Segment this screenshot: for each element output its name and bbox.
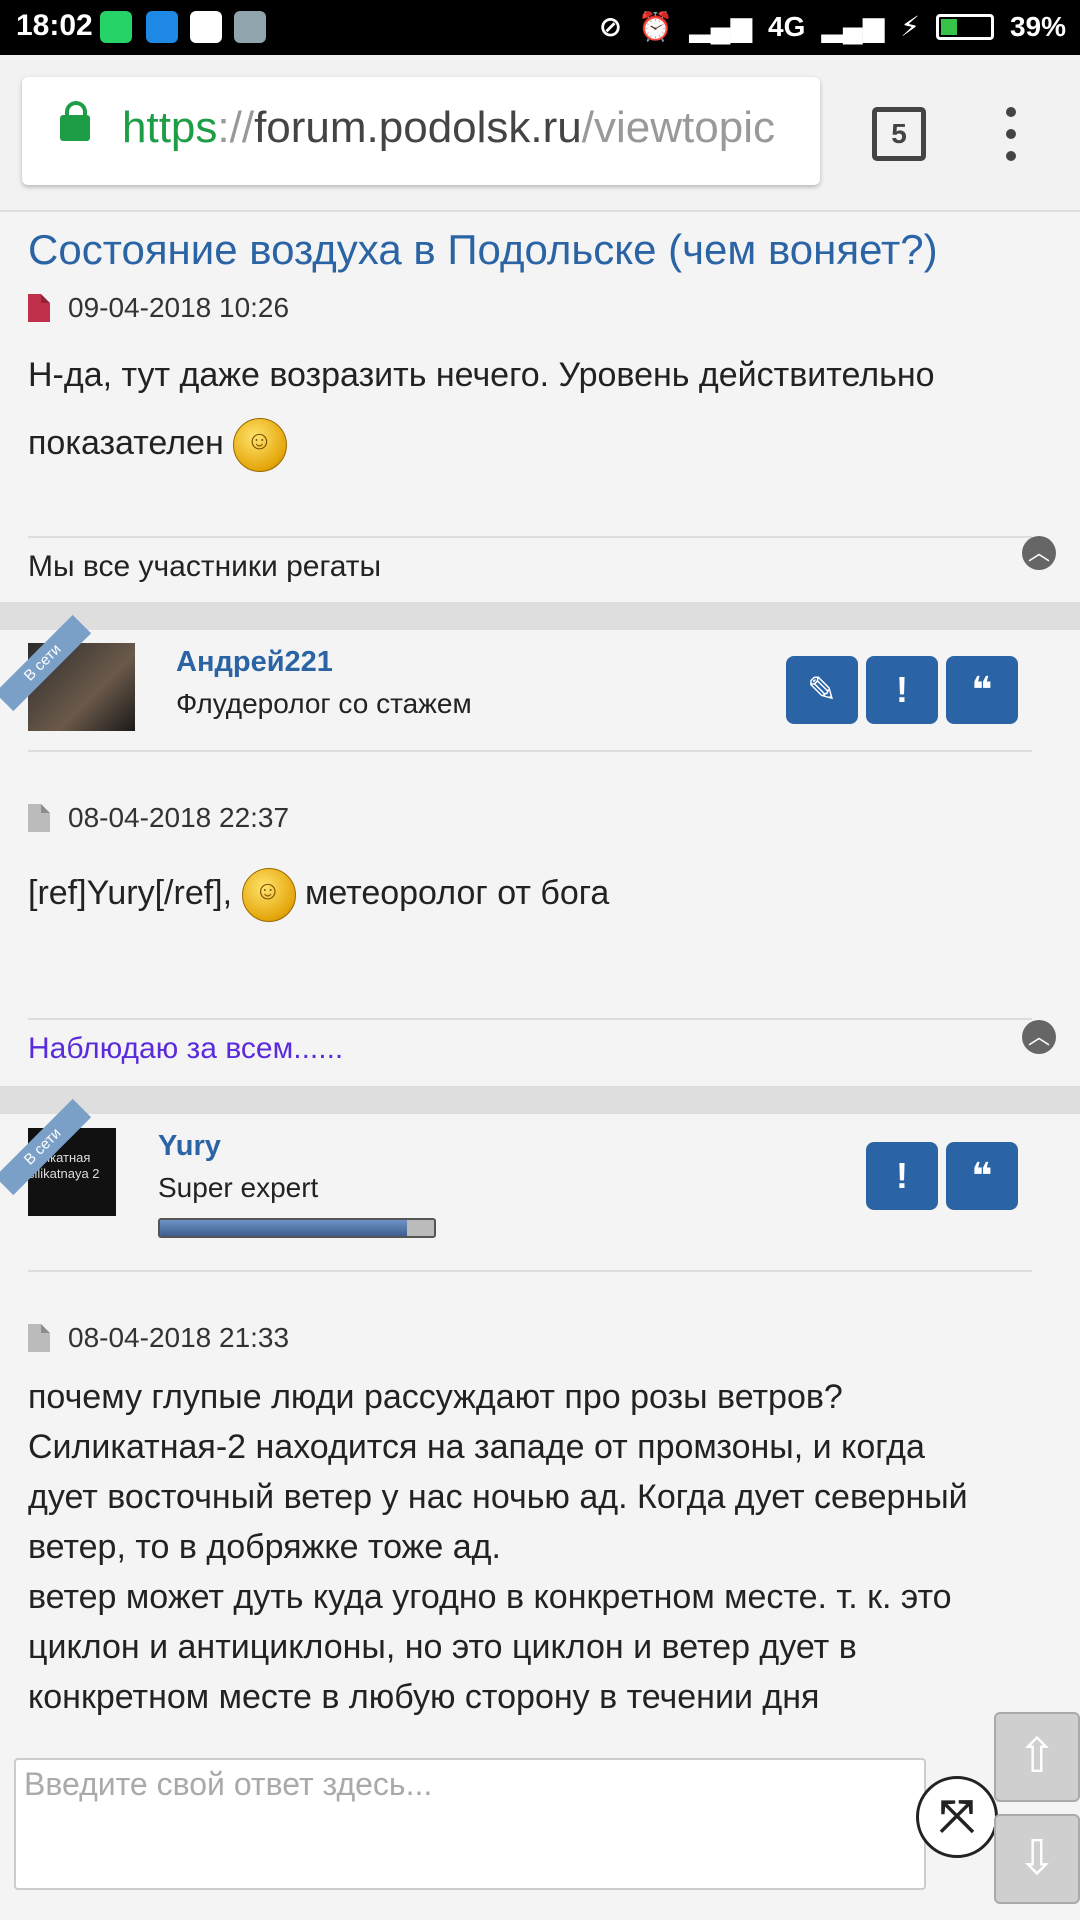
post-text-line: почему глупые люди рассуждают про розы в…: [28, 1378, 843, 1416]
signal-icon: ▂▄▆: [689, 11, 753, 42]
address-bar[interactable]: https://forum.podolsk.ru/viewtopic: [22, 77, 820, 185]
smiley-icon: [241, 868, 296, 922]
username[interactable]: Андрей221: [176, 646, 333, 679]
scroll-down-button[interactable]: ⇩: [994, 1814, 1080, 1904]
user-rank: Super expert: [158, 1172, 319, 1203]
status-right: ⊘ ⏰ ▂▄▆ 4G ▂▄▆ ⚡ 39%: [599, 10, 1066, 43]
url-text[interactable]: https://forum.podolsk.ru/viewtopic: [122, 103, 775, 153]
post-signature[interactable]: Наблюдаю за всем......: [28, 1032, 343, 1066]
post-separator: [0, 1086, 1080, 1114]
post-text-line: показателен: [28, 418, 288, 472]
post-icon: [28, 1324, 50, 1352]
collapse-icon[interactable]: ︿: [1022, 1020, 1056, 1054]
clock: 18:02: [16, 9, 93, 42]
scroll-up-button[interactable]: ⇧: [994, 1712, 1080, 1802]
expand-editor-icon[interactable]: ⤧: [916, 1776, 998, 1858]
menu-icon[interactable]: [1006, 107, 1016, 161]
divider: [28, 750, 1032, 752]
google-icon: [190, 11, 222, 43]
post-text: [ref]Yury[/ref], метеоролог от бога: [28, 868, 609, 922]
files-icon: [146, 11, 178, 43]
reply-box: [14, 1758, 926, 1890]
charging-icon: ⚡: [900, 11, 920, 42]
post-text-line: Силикатная-2 находится на западе от пром…: [28, 1428, 925, 1466]
divider: [28, 536, 1032, 538]
quote-button[interactable]: ❝: [946, 1142, 1018, 1210]
post-icon: [28, 804, 50, 832]
post-date-text: 08-04-2018 21:33: [68, 1322, 290, 1353]
browser-toolbar: https://forum.podolsk.ru/viewtopic 5: [0, 55, 1080, 212]
post-text-line: конкретном месте в любую сторону в течен…: [28, 1678, 820, 1716]
post-text-line: ветер, то в добряжке тоже ад.: [28, 1528, 501, 1566]
post-text-line: ветер может дуть куда угодно в конкретно…: [28, 1578, 952, 1616]
status-bar: 18:02 ⊘ ⏰ ▂▄▆ 4G ▂▄▆ ⚡ 39%: [0, 0, 1080, 55]
divider: [28, 1270, 1032, 1272]
forum-content: Состояние воздуха в Подольске (чем воняе…: [0, 210, 1080, 1730]
collapse-icon[interactable]: ︿: [1022, 536, 1056, 570]
signal-icon-2: ▂▄▆: [821, 11, 885, 42]
user-rank: Флудеролог со стажем: [176, 688, 472, 719]
post-new-icon: [28, 294, 50, 322]
post-date-text: 09-04-2018 10:26: [68, 292, 290, 323]
page-title[interactable]: Состояние воздуха в Подольске (чем воняе…: [28, 226, 938, 274]
post-date: 09-04-2018 10:26: [28, 292, 289, 324]
smiley-icon: [233, 418, 288, 472]
post-separator: [0, 602, 1080, 630]
reply-input[interactable]: [22, 1764, 906, 1878]
post-text-line: циклон и антициклоны, но это циклон и ве…: [28, 1628, 857, 1666]
post-signature: Мы все участники регаты: [28, 550, 382, 583]
quote-button[interactable]: ❝: [946, 656, 1018, 724]
rank-progress-bar: [158, 1218, 436, 1238]
post-date: 08-04-2018 21:33: [28, 1322, 289, 1354]
edit-button[interactable]: ✎: [786, 656, 858, 724]
alarm-icon: ⏰: [638, 11, 674, 42]
tab-switcher-button[interactable]: 5: [872, 107, 926, 161]
report-button[interactable]: !: [866, 656, 938, 724]
report-button[interactable]: !: [866, 1142, 938, 1210]
mute-icon: ⊘: [598, 11, 623, 42]
battery-percent: 39%: [1009, 10, 1066, 42]
post-text-line: дует восточный ветер у нас ночью ад. Ког…: [28, 1478, 968, 1516]
username[interactable]: Yury: [158, 1130, 221, 1163]
battery-icon: [935, 13, 994, 40]
post-date: 08-04-2018 22:37: [28, 802, 289, 834]
notes-icon: [234, 11, 266, 43]
whatsapp-icon: [100, 11, 132, 43]
post-date-text: 08-04-2018 22:37: [68, 802, 290, 833]
lock-icon: [60, 101, 90, 141]
post-text-line: Н-да, тут даже возразить нечего. Уровень…: [28, 356, 935, 394]
divider: [28, 1018, 1032, 1020]
network-type: 4G: [768, 10, 806, 42]
